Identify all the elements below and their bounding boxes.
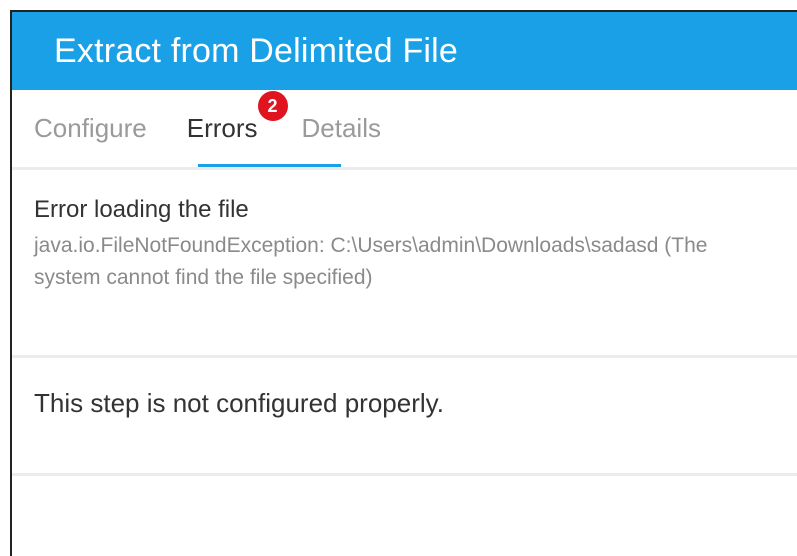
dialog-header: Extract from Delimited File: [12, 12, 797, 90]
error-detail: java.io.FileNotFoundException: C:\Users\…: [34, 234, 708, 289]
tab-bar: Configure Errors 2 Details: [12, 90, 797, 170]
tab-errors[interactable]: Errors 2: [186, 91, 288, 144]
error-title: Error loading the file: [34, 196, 249, 223]
error-item: This step is not configured properly.: [12, 358, 797, 476]
tab-configure[interactable]: Configure: [34, 113, 147, 144]
error-title: This step is not configured properly.: [34, 388, 444, 418]
error-count-badge: 2: [257, 91, 288, 121]
step-dialog: Extract from Delimited File Configure Er…: [10, 10, 797, 556]
dialog-title: Extract from Delimited File: [54, 31, 459, 70]
tab-errors-label: Errors: [186, 113, 258, 143]
tab-details[interactable]: Details: [302, 113, 381, 144]
active-tab-indicator: [198, 164, 341, 167]
error-item: Error loading the file java.io.FileNotFo…: [12, 170, 797, 358]
